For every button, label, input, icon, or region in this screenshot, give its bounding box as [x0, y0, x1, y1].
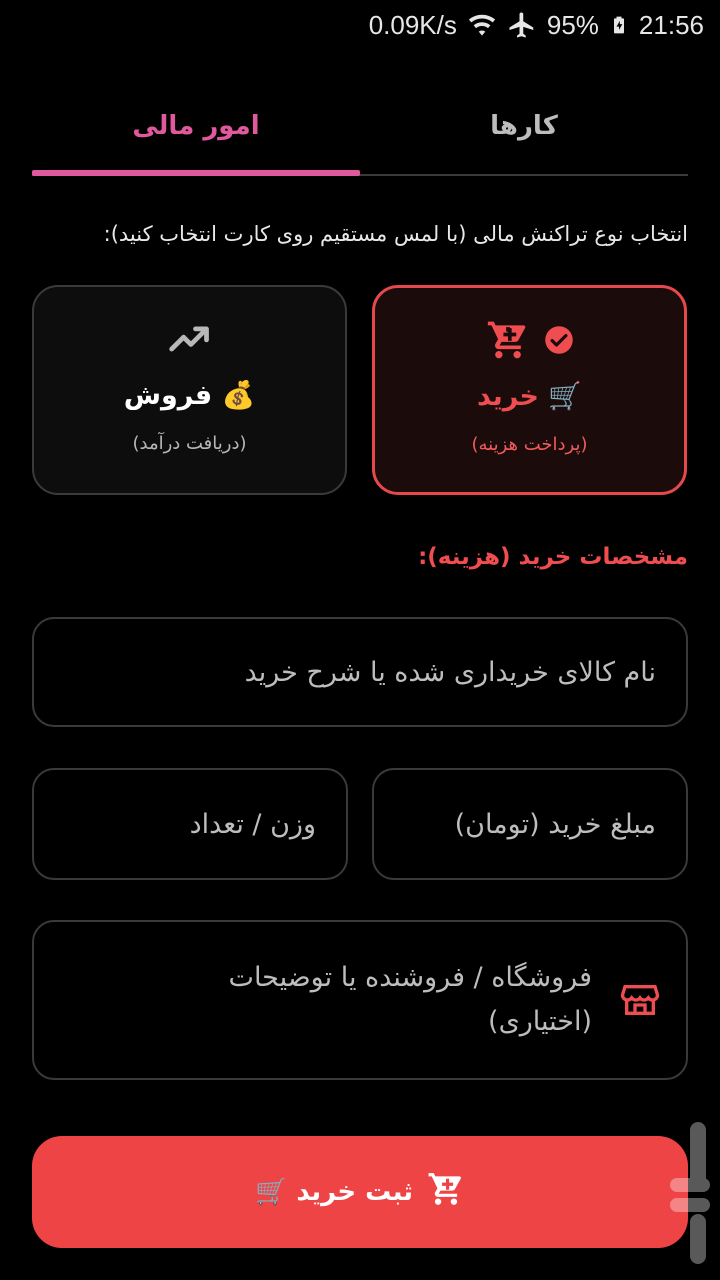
buy-card-title: 🛒 خرید	[476, 381, 582, 412]
tab-finance[interactable]: امور مالی	[32, 78, 360, 174]
buy-card[interactable]: 🛒 خرید (پرداخت هزینه)	[372, 285, 687, 495]
tab-tasks[interactable]: کارها	[360, 78, 688, 174]
item-name-placeholder: نام کالای خریداری شده یا شرح خرید	[244, 656, 656, 688]
weight-input[interactable]: وزن / تعداد	[32, 768, 348, 880]
amount-placeholder: مبلغ خرید (تومان)	[454, 808, 656, 840]
amount-input[interactable]: مبلغ خرید (تومان)	[372, 768, 688, 880]
airplane-icon	[507, 10, 537, 40]
sell-card-icons	[34, 317, 345, 365]
section-title: مشخصات خرید (هزینه):	[418, 544, 688, 570]
tab-indicator	[32, 170, 360, 176]
sell-card-title: 💰 فروش	[123, 380, 256, 411]
store-input[interactable]: فروشگاه / فروشنده یا توضیحات (اختیاری)	[32, 920, 688, 1080]
net-speed: 0.09K/s	[368, 9, 457, 40]
submit-label: ثبت خرید 🛒	[254, 1177, 414, 1207]
battery-level: 95%	[546, 9, 599, 40]
instruction-text: انتخاب نوع تراکنش مالی (با لمس مستقیم رو…	[103, 222, 688, 246]
store-placeholder: فروشگاه / فروشنده یا توضیحات (اختیاری)	[228, 962, 592, 1037]
battery-charging-icon	[609, 10, 629, 40]
buy-card-icons	[375, 318, 684, 366]
wifi-icon	[467, 10, 497, 40]
status-bar: 0.09K/s 95% 21:56	[0, 0, 720, 50]
screen: 0.09K/s 95% 21:56 کارها امور مالی انتخاب…	[0, 0, 720, 1280]
buy-card-subtitle: (پرداخت هزینه)	[471, 434, 588, 455]
cart-icon	[427, 1170, 465, 1215]
check-circle-icon	[544, 325, 574, 359]
cart-icon	[486, 318, 530, 366]
sell-card-subtitle: (دریافت درآمد)	[132, 433, 247, 454]
store-icon	[620, 980, 660, 1020]
item-name-input[interactable]: نام کالای خریداری شده یا شرح خرید	[32, 617, 688, 727]
weight-placeholder: وزن / تعداد	[189, 808, 316, 840]
tab-bar: کارها امور مالی	[32, 78, 688, 176]
trending-up-icon	[168, 317, 212, 365]
submit-purchase-button[interactable]: ثبت خرید 🛒	[32, 1136, 688, 1248]
sell-card[interactable]: 💰 فروش (دریافت درآمد)	[32, 285, 347, 495]
watermark-logo	[666, 1118, 712, 1268]
clock: 21:56	[638, 9, 704, 40]
